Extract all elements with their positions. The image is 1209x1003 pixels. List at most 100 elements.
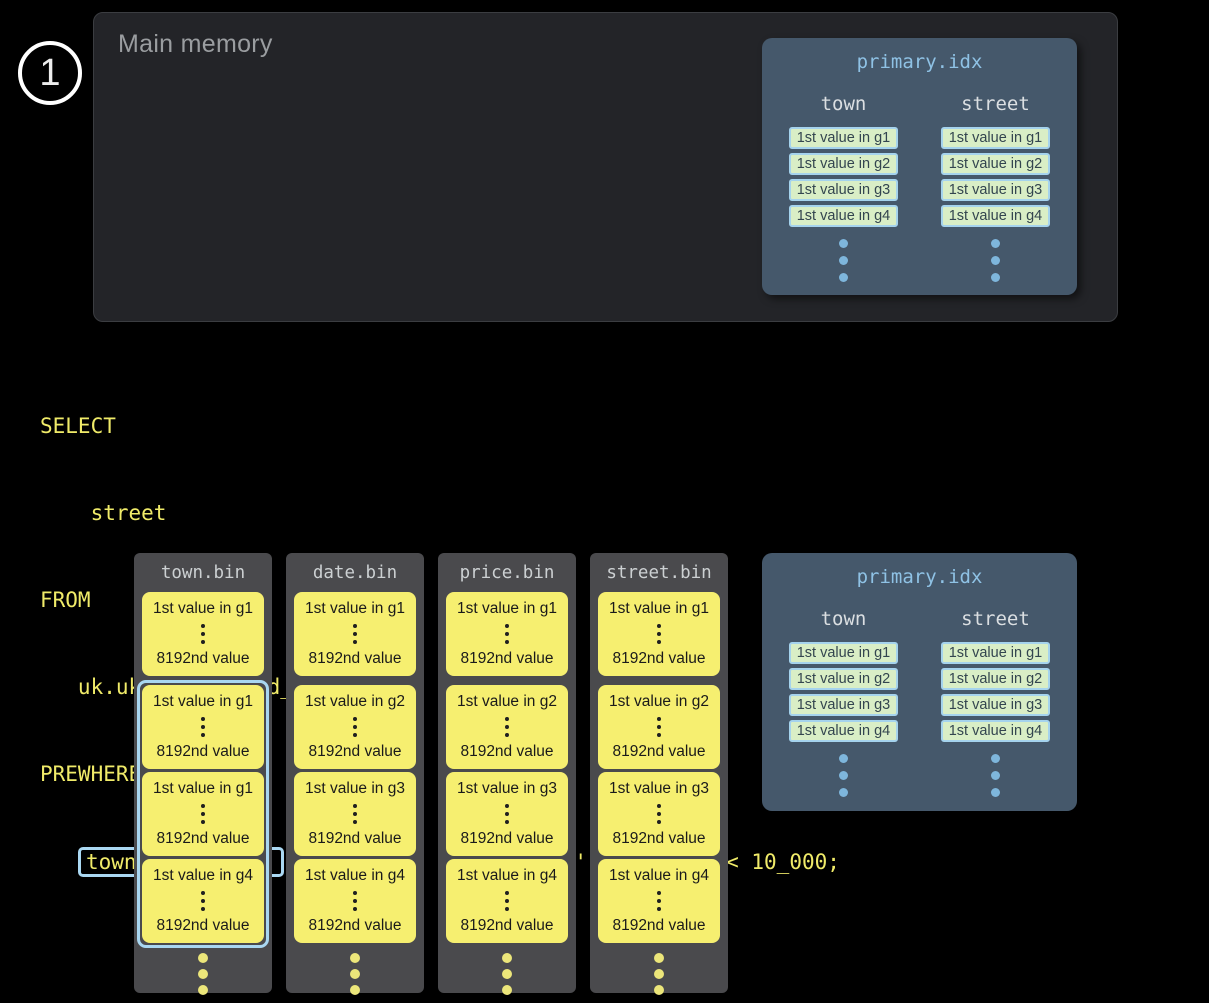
- granule-ellipsis-icon: [353, 804, 357, 824]
- primary-index-columns: town 1st value in g1 1st value in g2 1st…: [762, 608, 1077, 797]
- bin-file-title: town.bin: [134, 553, 272, 585]
- primary-index-columns: town 1st value in g1 1st value in g2 1st…: [762, 93, 1077, 282]
- main-memory-title: Main memory: [118, 30, 273, 59]
- more-granules-dots-icon: [590, 953, 728, 995]
- index-entry-chip: 1st value in g1: [941, 642, 1051, 664]
- granule-last-value: 8192nd value: [308, 830, 401, 848]
- more-granules-dots-icon: [438, 953, 576, 995]
- granule-block: 1st value in g4 8192nd value: [446, 859, 568, 943]
- index-column-header: town: [821, 608, 867, 630]
- granule-first-value: 1st value in g4: [457, 867, 557, 885]
- granule-block: 1st value in g1 8192nd value: [142, 772, 264, 856]
- index-column-town: town 1st value in g1 1st value in g2 1st…: [780, 93, 908, 282]
- granule-last-value: 8192nd value: [156, 743, 249, 761]
- granule-last-value: 8192nd value: [156, 830, 249, 848]
- index-entry-chip: 1st value in g4: [789, 720, 899, 742]
- selected-granules-box: 1st value in g1 8192nd value 1st value i…: [137, 680, 269, 948]
- granule-first-value: 1st value in g4: [609, 867, 709, 885]
- granule-last-value: 8192nd value: [308, 917, 401, 935]
- granule-last-value: 8192nd value: [308, 650, 401, 668]
- granule-block: 1st value in g1 8192nd value: [598, 592, 720, 676]
- index-entry-chip: 1st value in g3: [789, 694, 899, 716]
- granule-block: 1st value in g4 8192nd value: [294, 859, 416, 943]
- granule-last-value: 8192nd value: [612, 650, 705, 668]
- granule-ellipsis-icon: [505, 624, 509, 644]
- index-column-town: town 1st value in g1 1st value in g2 1st…: [780, 608, 908, 797]
- bin-file-panel-date: date.bin 1st value in g1 8192nd value 1s…: [286, 553, 424, 993]
- index-column-street: street 1st value in g1 1st value in g2 1…: [932, 93, 1060, 282]
- granule-first-value: 1st value in g1: [153, 600, 253, 618]
- granule-first-value: 1st value in g4: [153, 867, 253, 885]
- granule-ellipsis-icon: [657, 891, 661, 911]
- granule-last-value: 8192nd value: [612, 743, 705, 761]
- index-entry-chip: 1st value in g4: [941, 720, 1051, 742]
- granule-last-value: 8192nd value: [460, 917, 553, 935]
- primary-index-card-top: primary.idx town 1st value in g1 1st val…: [762, 38, 1077, 295]
- bin-file-panel-town: town.bin 1st value in g1 8192nd value 1s…: [134, 553, 272, 993]
- sql-line: street: [40, 499, 840, 528]
- granule-ellipsis-icon: [353, 891, 357, 911]
- granule-first-value: 1st value in g1: [153, 780, 253, 798]
- index-entry-chip: 1st value in g2: [941, 668, 1051, 690]
- granule-block: 1st value in g1 8192nd value: [142, 685, 264, 769]
- granule-first-value: 1st value in g2: [457, 693, 557, 711]
- ellipsis-dots-icon: [991, 754, 1000, 797]
- granule-last-value: 8192nd value: [460, 830, 553, 848]
- granules-group: 1st value in g2 8192nd value 1st value i…: [593, 680, 725, 948]
- granules-group: 1st value in g2 8192nd value 1st value i…: [289, 680, 421, 948]
- granule-block: 1st value in g3 8192nd value: [446, 772, 568, 856]
- index-entry-chip: 1st value in g4: [789, 205, 899, 227]
- index-entry-chip: 1st value in g3: [941, 694, 1051, 716]
- index-column-street: street 1st value in g1 1st value in g2 1…: [932, 608, 1060, 797]
- index-column-header: town: [821, 93, 867, 115]
- granule-block: 1st value in g4 8192nd value: [598, 859, 720, 943]
- granule-ellipsis-icon: [657, 624, 661, 644]
- index-entry-chip: 1st value in g2: [789, 668, 899, 690]
- bin-file-title: date.bin: [286, 553, 424, 585]
- granule-last-value: 8192nd value: [460, 650, 553, 668]
- granule-last-value: 8192nd value: [156, 917, 249, 935]
- granule-first-value: 1st value in g3: [457, 780, 557, 798]
- granule-last-value: 8192nd value: [460, 743, 553, 761]
- index-entry-chip: 1st value in g1: [941, 127, 1051, 149]
- granule-ellipsis-icon: [353, 717, 357, 737]
- index-entry-chip: 1st value in g3: [941, 179, 1051, 201]
- ellipsis-dots-icon: [839, 754, 848, 797]
- step-1-badge: 1: [18, 41, 82, 105]
- granule-ellipsis-icon: [505, 804, 509, 824]
- granule-first-value: 1st value in g3: [305, 780, 405, 798]
- granule-last-value: 8192nd value: [612, 830, 705, 848]
- ellipsis-dots-icon: [991, 239, 1000, 282]
- main-memory-panel: Main memory primary.idx town 1st value i…: [93, 12, 1118, 322]
- bin-file-title: street.bin: [590, 553, 728, 585]
- granule-ellipsis-icon: [201, 804, 205, 824]
- index-column-header: street: [961, 608, 1030, 630]
- granule-block: 1st value in g3 8192nd value: [598, 772, 720, 856]
- index-column-header: street: [961, 93, 1030, 115]
- more-granules-dots-icon: [134, 953, 272, 995]
- sql-indent: [40, 850, 78, 874]
- primary-index-title: primary.idx: [762, 553, 1077, 588]
- granule-first-value: 1st value in g1: [153, 693, 253, 711]
- bin-file-panel-price: price.bin 1st value in g1 8192nd value 1…: [438, 553, 576, 993]
- granule-ellipsis-icon: [201, 624, 205, 644]
- granule-first-value: 1st value in g2: [305, 693, 405, 711]
- granule-block: 1st value in g2 8192nd value: [294, 685, 416, 769]
- granule-ellipsis-icon: [201, 891, 205, 911]
- index-entry-chip: 1st value in g2: [941, 153, 1051, 175]
- granules-group: 1st value in g2 8192nd value 1st value i…: [441, 680, 573, 948]
- index-entry-chip: 1st value in g1: [789, 642, 899, 664]
- sql-line: SELECT: [40, 412, 840, 441]
- granule-ellipsis-icon: [353, 624, 357, 644]
- ellipsis-dots-icon: [839, 239, 848, 282]
- index-entry-chip: 1st value in g3: [789, 179, 899, 201]
- granule-block: 1st value in g1 8192nd value: [294, 592, 416, 676]
- primary-index-title: primary.idx: [762, 38, 1077, 73]
- bin-file-title: price.bin: [438, 553, 576, 585]
- granule-last-value: 8192nd value: [612, 917, 705, 935]
- granule-ellipsis-icon: [505, 717, 509, 737]
- index-entry-chip: 1st value in g4: [941, 205, 1051, 227]
- granule-block: 1st value in g4 8192nd value: [142, 859, 264, 943]
- bin-file-panel-street: street.bin 1st value in g1 8192nd value …: [590, 553, 728, 993]
- granule-first-value: 1st value in g1: [305, 600, 405, 618]
